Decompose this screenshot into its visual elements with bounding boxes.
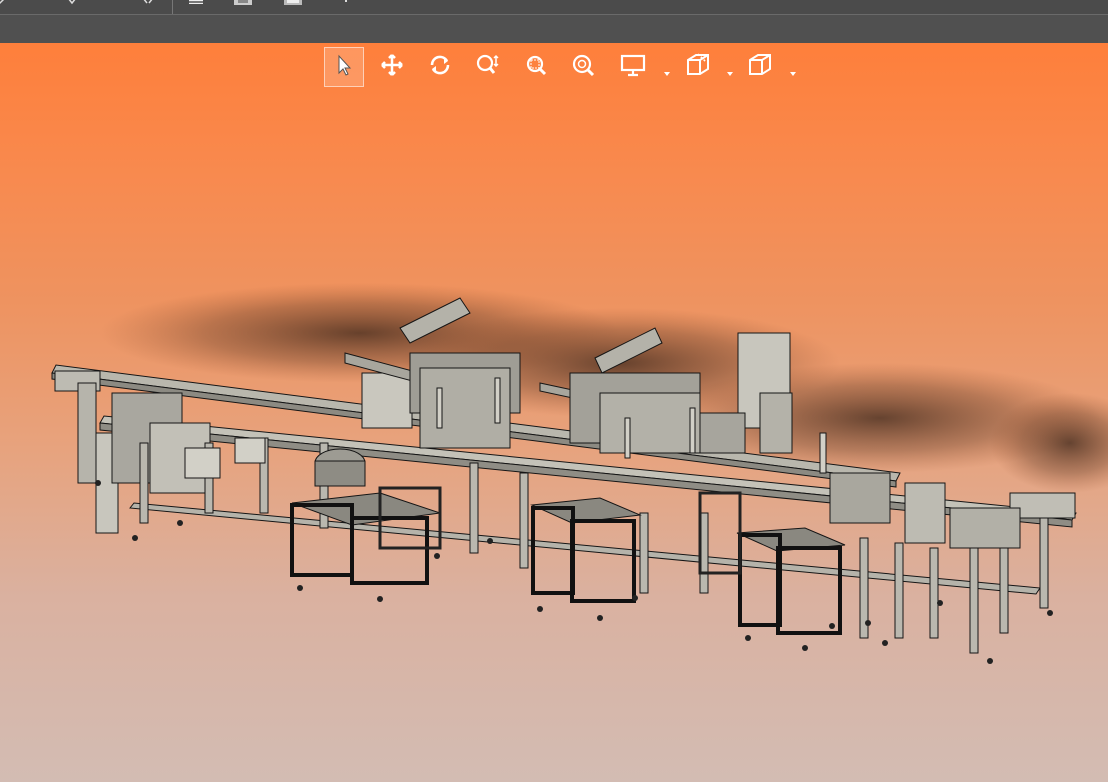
redo-icon[interactable]	[62, 0, 82, 8]
rotate-tool[interactable]	[420, 47, 460, 87]
pan-tool[interactable]	[372, 47, 412, 87]
zoom-fit-icon	[571, 53, 597, 81]
chevron-down-icon[interactable]	[726, 63, 734, 76]
print-icon[interactable]	[282, 0, 302, 8]
zoom-tool[interactable]	[468, 47, 508, 87]
top-toolbar	[0, 0, 1108, 15]
pointer-icon	[334, 54, 354, 80]
chevron-down-icon[interactable]	[789, 63, 797, 76]
secondary-toolbar	[0, 15, 1108, 43]
toolbar-separator	[172, 0, 173, 14]
monitor-icon	[620, 53, 648, 81]
cube-icon	[746, 52, 774, 82]
zoom-fit-tool[interactable]	[564, 47, 604, 87]
undo-icon[interactable]	[0, 0, 14, 8]
section-view-tool[interactable]	[678, 47, 718, 87]
move-icon	[380, 53, 404, 81]
rotate-icon	[427, 53, 453, 81]
view-orientation-tool[interactable]	[740, 47, 780, 87]
expand-icon[interactable]	[138, 0, 158, 8]
zoom-updown-icon	[475, 53, 501, 81]
select-tool[interactable]	[324, 47, 364, 87]
pin-icon[interactable]	[336, 0, 356, 8]
box-icon[interactable]	[186, 0, 206, 8]
graphics-viewport[interactable]	[0, 43, 1108, 782]
assembly-line-model[interactable]	[0, 43, 1108, 782]
zoom-window-icon	[523, 53, 549, 81]
zoom-window-tool[interactable]	[516, 47, 556, 87]
chevron-down-icon[interactable]	[663, 63, 671, 76]
display-mode-tool[interactable]	[614, 47, 654, 87]
save-icon[interactable]	[232, 0, 252, 8]
section-cube-icon	[684, 52, 712, 82]
